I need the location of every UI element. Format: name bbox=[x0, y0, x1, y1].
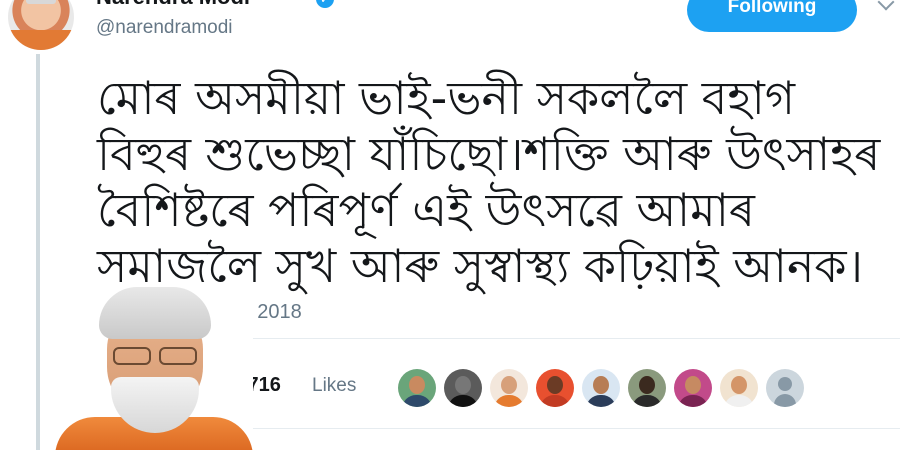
verified-badge-icon: ✓ bbox=[316, 0, 334, 8]
profile-avatar[interactable] bbox=[8, 0, 74, 50]
likes-label[interactable]: Likes bbox=[312, 375, 356, 397]
following-button[interactable]: Following bbox=[687, 0, 857, 32]
liker-avatar[interactable] bbox=[536, 369, 574, 407]
liker-avatar[interactable] bbox=[628, 369, 666, 407]
overlay-portrait-photo bbox=[55, 285, 253, 450]
chevron-down-icon[interactable] bbox=[877, 0, 895, 11]
liker-avatar[interactable] bbox=[766, 369, 804, 407]
liker-avatars bbox=[398, 369, 804, 407]
user-handle[interactable]: @narendramodi bbox=[96, 17, 233, 39]
liker-avatar[interactable] bbox=[490, 369, 528, 407]
display-name[interactable]: Narendra Modi bbox=[96, 0, 250, 10]
tweet-timestamp[interactable]: r 2018 bbox=[245, 301, 302, 324]
liker-avatar[interactable] bbox=[720, 369, 758, 407]
liker-avatar[interactable] bbox=[398, 369, 436, 407]
liker-avatar[interactable] bbox=[444, 369, 482, 407]
tweet-text: মোৰ অসমীয়া ভাই-ভনী সকললৈ বহাগ বিহুৰ শুভ… bbox=[97, 71, 881, 293]
liker-avatar[interactable] bbox=[582, 369, 620, 407]
liker-avatar[interactable] bbox=[674, 369, 712, 407]
thread-line bbox=[36, 54, 40, 450]
